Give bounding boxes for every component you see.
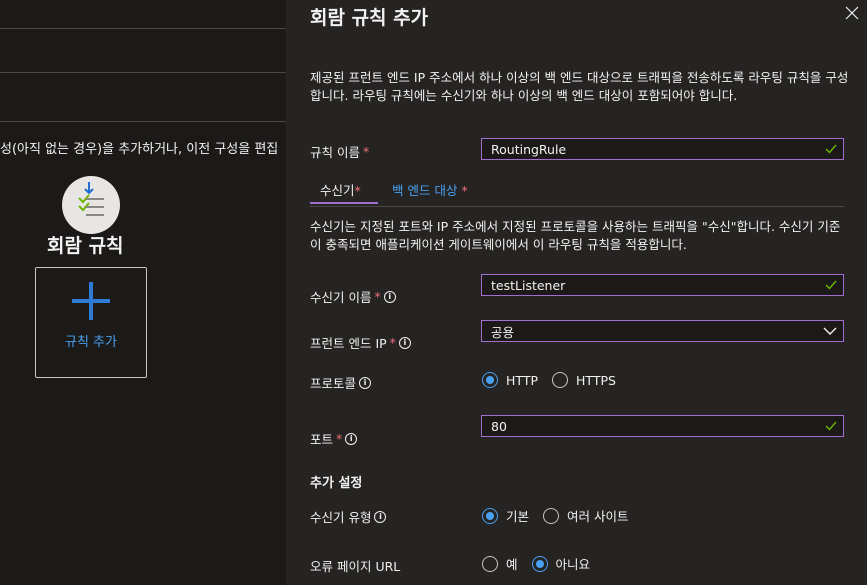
radio-selected[interactable] <box>482 372 498 388</box>
radio-unselected[interactable] <box>552 372 568 388</box>
divider <box>0 28 286 29</box>
listener-type-radio-group: 기본 여러 사이트 <box>482 506 635 525</box>
panel-title: 회람 규칙 추가 <box>310 7 429 29</box>
info-icon[interactable]: i <box>374 510 387 523</box>
frontend-ip-value: 공용 <box>491 324 515 340</box>
required-mark: * <box>336 431 343 446</box>
port-label-text: 포트 <box>310 432 334 447</box>
radio-label: 아니요 <box>555 557 591 572</box>
error-page-yes-option[interactable]: 예 <box>482 554 518 573</box>
radio-label: HTTPS <box>576 372 616 388</box>
tab-listener-label: 수신기 <box>320 183 355 198</box>
protocol-radio-group: HTTP HTTPS <box>482 372 622 388</box>
protocol-https-option[interactable]: HTTPS <box>552 372 616 388</box>
tab-divider <box>310 206 844 207</box>
checkmark-icon <box>825 144 837 154</box>
tab-listener[interactable]: 수신기* <box>320 180 361 199</box>
radio-selected[interactable] <box>482 507 498 524</box>
listener-type-basic-option[interactable]: 기본 <box>482 506 529 525</box>
close-icon[interactable] <box>845 6 859 20</box>
additional-settings-heading: 추가 설정 <box>310 476 363 491</box>
rule-name-label: 규칙 이름 * <box>310 142 369 161</box>
required-mark: * <box>389 335 396 350</box>
info-icon[interactable]: i <box>359 376 372 389</box>
checkmark-icon <box>825 280 837 290</box>
divider <box>0 72 286 73</box>
active-tab-indicator <box>310 202 378 204</box>
listener-name-label-text: 수신기 이름 <box>310 290 372 305</box>
background-blade: 성(아직 없는 경우)을 추가하거나, 이전 구성을 편집 회람 규칙 규칙 추… <box>0 0 286 585</box>
rule-name-value: RoutingRule <box>491 141 567 157</box>
add-rule-label: 규칙 추가 <box>65 335 117 350</box>
radio-label: 기본 <box>506 509 530 524</box>
chevron-down-icon <box>823 327 837 335</box>
add-rule-card[interactable]: 규칙 추가 <box>35 267 147 378</box>
listener-name-value: testListener <box>491 277 566 293</box>
radio-label: 여러 사이트 <box>567 509 629 524</box>
protocol-label-text: 프로토콜 <box>310 376 357 391</box>
rule-name-input[interactable]: RoutingRule <box>481 138 844 160</box>
tab-backend-targets[interactable]: 백 엔드 대상 * <box>392 180 468 199</box>
port-value: 80 <box>491 418 507 434</box>
plus-icon <box>72 299 110 303</box>
required-mark: * <box>362 144 370 159</box>
required-mark: * <box>374 289 381 304</box>
info-icon[interactable]: i <box>345 432 358 445</box>
info-icon[interactable]: i <box>383 290 396 303</box>
radio-unselected[interactable] <box>543 507 560 524</box>
frontend-ip-dropdown[interactable]: 공용 <box>481 320 844 342</box>
port-label: 포트 * i <box>310 429 358 448</box>
checkmark-icon <box>825 421 837 431</box>
error-page-label: 오류 페이지 URL <box>310 556 400 575</box>
error-page-label-text: 오류 페이지 URL <box>310 559 401 574</box>
info-icon[interactable]: i <box>398 336 411 349</box>
required-mark: * <box>461 183 468 198</box>
rule-name-label-text: 규칙 이름 <box>310 145 360 160</box>
radio-selected[interactable] <box>531 555 548 572</box>
tab-backend-label: 백 엔드 대상 <box>392 183 458 198</box>
listener-type-multisite-option[interactable]: 여러 사이트 <box>543 506 629 525</box>
routing-rules-icon <box>62 176 120 234</box>
radio-label: 예 <box>506 557 518 572</box>
background-description: 성(아직 없는 경우)을 추가하거나, 이전 구성을 편집 <box>0 142 279 157</box>
protocol-http-option[interactable]: HTTP <box>482 372 538 388</box>
listener-name-label: 수신기 이름 * i <box>310 287 396 306</box>
panel-description: 제공된 프런트 엔드 IP 주소에서 하나 이상의 백 엔드 대상으로 트래픽을… <box>310 70 849 103</box>
listener-description: 수신기는 지정된 포트와 IP 주소에서 지정된 프로토콜을 사용하는 트래픽을… <box>310 219 841 252</box>
protocol-label: 프로토콜 i <box>310 373 372 392</box>
divider <box>0 121 286 122</box>
radio-label: HTTP <box>506 372 538 388</box>
listener-type-label: 수신기 유형 i <box>310 507 387 526</box>
radio-unselected[interactable] <box>482 555 498 572</box>
port-input[interactable]: 80 <box>481 415 844 437</box>
required-mark: * <box>354 183 361 198</box>
frontend-ip-label: 프런트 엔드 IP * i <box>310 333 411 352</box>
frontend-ip-label-text: 프런트 엔드 IP <box>310 336 387 351</box>
add-routing-rule-panel: 회람 규칙 추가 제공된 프런트 엔드 IP 주소에서 하나 이상의 백 엔드 … <box>286 0 867 585</box>
error-page-radio-group: 예 아니요 <box>482 554 596 573</box>
routing-rules-heading: 회람 규칙 <box>47 235 124 257</box>
error-page-no-option[interactable]: 아니요 <box>531 554 591 573</box>
listener-type-label-text: 수신기 유형 <box>310 510 372 525</box>
listener-name-input[interactable]: testListener <box>481 274 844 296</box>
